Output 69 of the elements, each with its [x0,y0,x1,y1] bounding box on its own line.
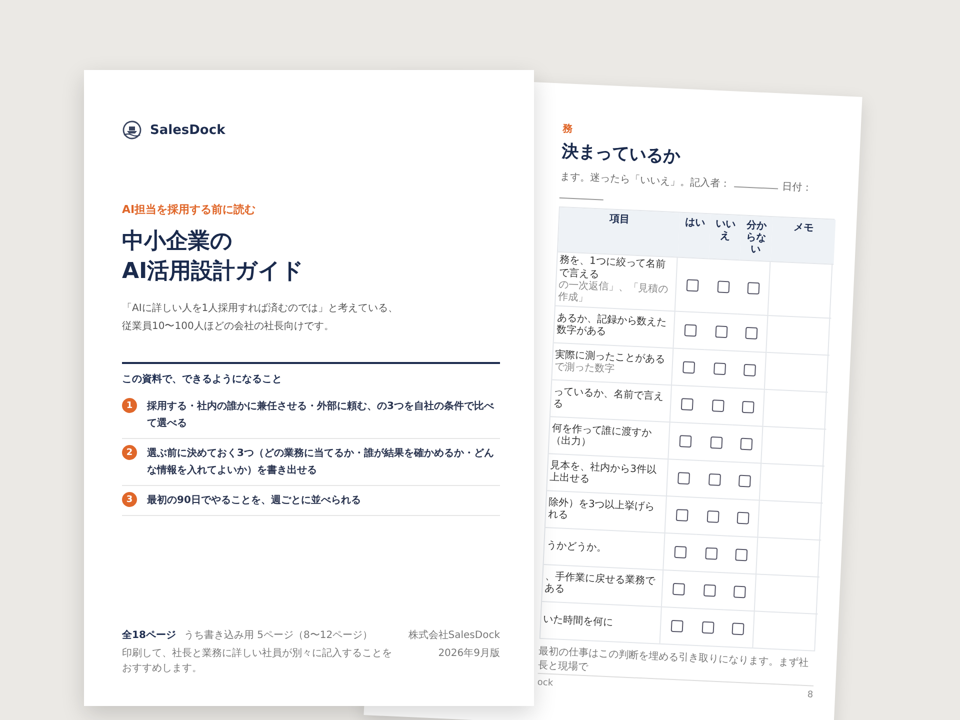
number-badge: 2 [122,445,137,460]
boat-logo-icon [122,120,142,140]
checkbox[interactable] [678,435,692,448]
brand-name: SalesDock [150,122,226,138]
item-text: 何を作って誰に渡すか（出力） [551,422,654,450]
note-text: 最初の仕事はこの判断を埋める引き取りになります。まず社長と現場で [538,644,810,676]
outcome-text: 最初の90日でやることを、週ごとに並べられる [147,493,361,508]
checkbox[interactable] [701,621,714,634]
number-badge: 1 [122,398,137,414]
page-count: 全18ページ [122,628,176,642]
item-text: 見本を、社内から3件以上出せる [549,460,658,487]
page-note: うち書き込み用 5ページ（8〜12ページ） [184,628,373,643]
checkbox[interactable] [706,510,719,523]
column-header: 分からない [740,216,773,261]
checkbox[interactable] [736,512,750,524]
checkbox[interactable] [744,364,756,376]
checkbox[interactable] [684,324,696,337]
instruction-text: ます。迷ったら「いいえ」。記入者： [560,170,730,192]
checkbox[interactable] [708,473,721,486]
checkbox[interactable] [740,438,753,450]
item-text: 除外）を3つ以上挙げられる [548,496,656,524]
outcome-text: 選ぶ前に決めておく3つ（どの業務に当てるか・誰が結果を確かめるか・どんな情報を入れてよいか）を書き出せる [147,446,495,478]
item-note: で測った数字 [554,362,616,378]
checkbox[interactable] [682,361,695,374]
item-text: あるか、記録から数えた数字がある [556,312,668,340]
column-header: いいえ [708,214,742,260]
checkbox[interactable] [716,280,730,293]
checkbox[interactable] [704,547,718,560]
item-text: 務を、1つに絞って名前で言える [558,254,668,280]
checkbox[interactable] [711,399,724,412]
checkbox[interactable] [674,546,686,558]
item-note: の一次返信」、「見積の作成」 [558,279,670,306]
number-badge: 3 [122,492,137,508]
checkbox[interactable] [675,508,688,522]
checkbox[interactable] [702,584,716,597]
cover-title: 中小企業の AI活用設計ガイド [122,228,306,286]
item-text: うかどうか。 [546,540,608,556]
checkbox[interactable] [732,622,744,636]
item-text: 、手作業に戻せる業務である [544,570,656,597]
checkbox[interactable] [680,398,693,411]
page-number: 8 [807,690,814,700]
outcomes-heading: この資料で、できるようになること [122,372,283,386]
checkbox[interactable] [742,400,754,414]
checkbox[interactable] [677,472,690,485]
outcome-text: 採用する・社内の誰かに兼任させる・外部に頼む、の3つを自社の条件で比べて選べる [147,400,495,432]
lead-text: 「AIに詳しい人を1人採用すれば済むのでは」と考えている、 従業員10〜100人ほどの会社の社長向けです。 [122,302,400,334]
checkbox[interactable] [733,586,746,598]
checkbox[interactable] [747,281,760,294]
eyebrow-text: AI担当を採用する前に読む [122,202,257,217]
page-title: 決まっているか [561,140,682,169]
section-label: 務 [562,122,574,137]
checkbox[interactable] [686,278,698,292]
checkbox[interactable] [745,326,758,340]
date-label: 日付： [782,180,812,195]
checkbox[interactable] [714,326,728,338]
checkbox[interactable] [735,548,748,562]
publisher-name: 株式会社SalesDock [408,628,500,643]
checkbox[interactable] [670,620,683,632]
column-header: はい [678,212,711,258]
column-header: メモ [770,217,836,264]
footer-text: ock [537,678,554,689]
checkbox[interactable] [710,436,722,449]
checkbox[interactable] [713,362,726,376]
checkbox[interactable] [738,474,751,488]
advice-text: 印刷して、社長と業務に詳しい社員が別々に記入することをおすすめします。 [122,646,392,676]
item-text: いた時間を何に [542,614,614,630]
edition-text: 2026年9月版 [438,647,500,661]
checkbox[interactable] [672,582,685,596]
item-text: っているか、名前で言える [552,386,665,412]
